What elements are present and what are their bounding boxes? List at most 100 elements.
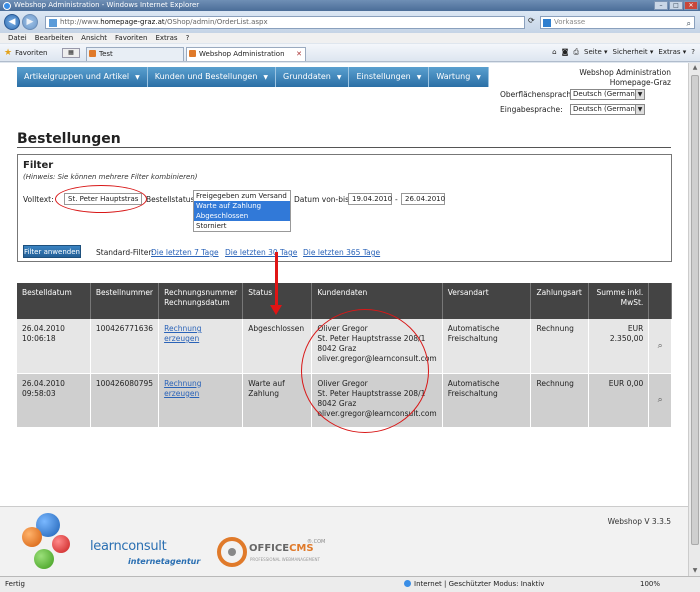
learnconsult-logo-text: learnconsult	[90, 539, 167, 554]
status-option-selected[interactable]: Abgeschlossen	[194, 211, 290, 221]
officecms-text-a: OFFICE	[249, 543, 290, 554]
status-option-selected[interactable]: Warte auf Zahlung	[194, 201, 290, 211]
learnconsult-logo-sub: internetagentur	[128, 557, 201, 566]
window-controls: – □ ✕	[654, 1, 698, 10]
date-separator: -	[395, 195, 398, 204]
nav-artikelgruppen[interactable]: Artikelgruppen und Artikel ▼	[17, 67, 148, 87]
window-titlebar: Webshop Administration - Windows Interne…	[0, 0, 700, 11]
back-icon[interactable]: ◀	[4, 14, 20, 30]
favorites-button[interactable]: ★ Favoriten	[4, 48, 48, 58]
address-bar[interactable]: http://www.homepage-graz.at/OShop/admin/…	[45, 16, 525, 29]
tab-test[interactable]: Test	[86, 47, 184, 61]
nav-wartung[interactable]: Wartung ▼	[429, 67, 489, 87]
date-to-input[interactable]: 26.04.2010	[401, 193, 445, 205]
col-bestelldatum[interactable]: Bestelldatum	[17, 283, 91, 319]
status-option[interactable]: Storniert	[194, 221, 290, 231]
filter-title: Filter	[23, 160, 54, 171]
search-input[interactable]: Vorkasse ⌕	[540, 16, 695, 29]
create-invoice-link[interactable]: Rechnung erzeugen	[164, 379, 201, 398]
status-option[interactable]: Freigegeben zum Versand	[194, 191, 290, 201]
shipping-line1: Automatische	[447, 378, 500, 388]
ui-language-select[interactable]: Deutsch (German) ▼	[570, 89, 645, 100]
menu-bearbeiten[interactable]: Bearbeiten	[35, 33, 73, 43]
cell-shipping: Automatische Freischaltung	[442, 373, 532, 427]
nav-grunddaten[interactable]: Grunddaten ▼	[276, 67, 350, 87]
col-rechnung-line2: Rechnungsdatum	[164, 298, 230, 307]
create-invoice-link[interactable]: Rechnung erzeugen	[164, 324, 201, 343]
scroll-up-icon[interactable]: ▲	[691, 64, 699, 72]
order-time: 09:58:03	[22, 388, 56, 398]
officecms-tagline: PROFESSIONAL WEBMANAGEMENT	[250, 557, 320, 562]
chevron-down-icon: ▼	[416, 74, 422, 81]
magnifier-icon[interactable]: ⌕	[658, 395, 663, 405]
menu-datei[interactable]: Datei	[8, 33, 27, 43]
feeds-icon[interactable]: ◙	[562, 48, 569, 57]
col-versandart[interactable]: Versandart	[442, 283, 532, 319]
apply-filter-button[interactable]: Filter anwenden	[23, 245, 81, 258]
input-language-select[interactable]: Deutsch (German) ▼	[570, 104, 645, 115]
url-domain: homepage-graz.at	[100, 18, 165, 26]
filter-last-30-days[interactable]: Die letzten 30 Tage	[225, 248, 297, 257]
nav-kunden-bestellungen[interactable]: Kunden und Bestellungen ▼	[147, 67, 277, 87]
toolbar-seite[interactable]: Seite ▾	[584, 48, 608, 57]
standard-filter-label: Standard-Filter:	[96, 248, 154, 257]
cell-action: ⌕	[648, 373, 672, 427]
close-tab-icon[interactable]: ✕	[296, 48, 302, 60]
print-icon[interactable]: ⎙	[573, 48, 579, 57]
help-icon[interactable]: ?	[691, 48, 695, 57]
cell-total: EUR 0,00	[588, 373, 650, 427]
chevron-down-icon: ▼	[635, 105, 644, 114]
menu-ansicht[interactable]: Ansicht	[81, 33, 107, 43]
site-title: Webshop Administration Homepage-Graz	[541, 68, 671, 88]
filter-last-365-days[interactable]: Die letzten 365 Tage	[303, 248, 380, 257]
annotation-arrow-head	[270, 305, 282, 315]
status-listbox[interactable]: Freigegeben zum Versand Warte auf Zahlun…	[193, 190, 291, 232]
nav-label: Artikelgruppen und Artikel	[24, 72, 130, 81]
cell-number: 100426771636	[90, 319, 160, 373]
cell-action: ⌕	[648, 319, 672, 373]
close-button[interactable]: ✕	[684, 1, 698, 10]
toolbar-extras[interactable]: Extras ▾	[658, 48, 686, 57]
cell-invoice: Rechnung erzeugen	[158, 373, 244, 427]
toolbar-sicherheit[interactable]: Sicherheit ▾	[613, 48, 654, 57]
menu-favoriten[interactable]: Favoriten	[115, 33, 147, 43]
officecms-ring-icon	[217, 537, 247, 567]
col-summe[interactable]: Summe inkl. MwSt.	[588, 283, 650, 319]
menu-extras[interactable]: Extras	[155, 33, 177, 43]
col-zahlungsart[interactable]: Zahlungsart	[530, 283, 590, 319]
quick-tabs-icon[interactable]: ▦	[62, 48, 80, 58]
col-rechnung[interactable]: Rechnungsnummer Rechnungsdatum	[158, 283, 244, 319]
vertical-scrollbar[interactable]: ▲ ▼	[688, 63, 700, 576]
tab-webshop-administration[interactable]: Webshop Administration ✕	[186, 47, 306, 61]
scrollbar-thumb[interactable]	[691, 75, 699, 545]
zoom-level[interactable]: 100%	[640, 577, 660, 592]
minimize-button[interactable]: –	[654, 1, 668, 10]
input-language-value: Deutsch (German)	[573, 105, 638, 113]
status-text: Fertig	[5, 580, 25, 588]
filter-last-7-days[interactable]: Die letzten 7 Tage	[151, 248, 219, 257]
ui-language-row: Oberflächensprache: Deutsch (German) ▼	[500, 89, 645, 100]
magnifier-icon[interactable]: ⌕	[658, 341, 663, 351]
magnifier-icon[interactable]: ⌕	[687, 18, 691, 29]
shipping-line1: Automatische	[447, 324, 500, 333]
menu-help[interactable]: ?	[186, 33, 190, 43]
nav-einstellungen[interactable]: Einstellungen ▼	[349, 67, 430, 87]
order-date: 26.04.2010	[22, 378, 65, 388]
page-viewport: Artikelgruppen und Artikel ▼ Kunden und B…	[0, 63, 688, 576]
forward-icon[interactable]: ▶	[22, 14, 38, 30]
version-label: Webshop V 3.3.5	[607, 517, 671, 526]
officecms-logo: OFFICECMS ®.COM PROFESSIONAL WEBMANAGEME…	[217, 535, 327, 569]
scroll-down-icon[interactable]: ▼	[691, 567, 699, 575]
annotation-arrow-line	[275, 252, 278, 308]
menu-bar: Datei Bearbeiten Ansicht Favoriten Extra…	[0, 33, 700, 43]
order-date: 26.04.2010	[22, 324, 65, 333]
date-from-input[interactable]: 19.04.2010	[348, 193, 392, 205]
fulltext-label: Volltext:	[23, 195, 54, 204]
refresh-icon[interactable]: ⟳	[528, 16, 538, 29]
annotation-ellipse-customer	[301, 309, 429, 433]
col-bestellnummer[interactable]: Bestellnummer	[90, 283, 160, 319]
home-icon[interactable]: ⌂	[552, 48, 556, 57]
officecms-tm: ®.COM	[307, 539, 326, 545]
cell-shipping: Automatische Freischaltung	[442, 319, 532, 373]
maximize-button[interactable]: □	[669, 1, 683, 10]
